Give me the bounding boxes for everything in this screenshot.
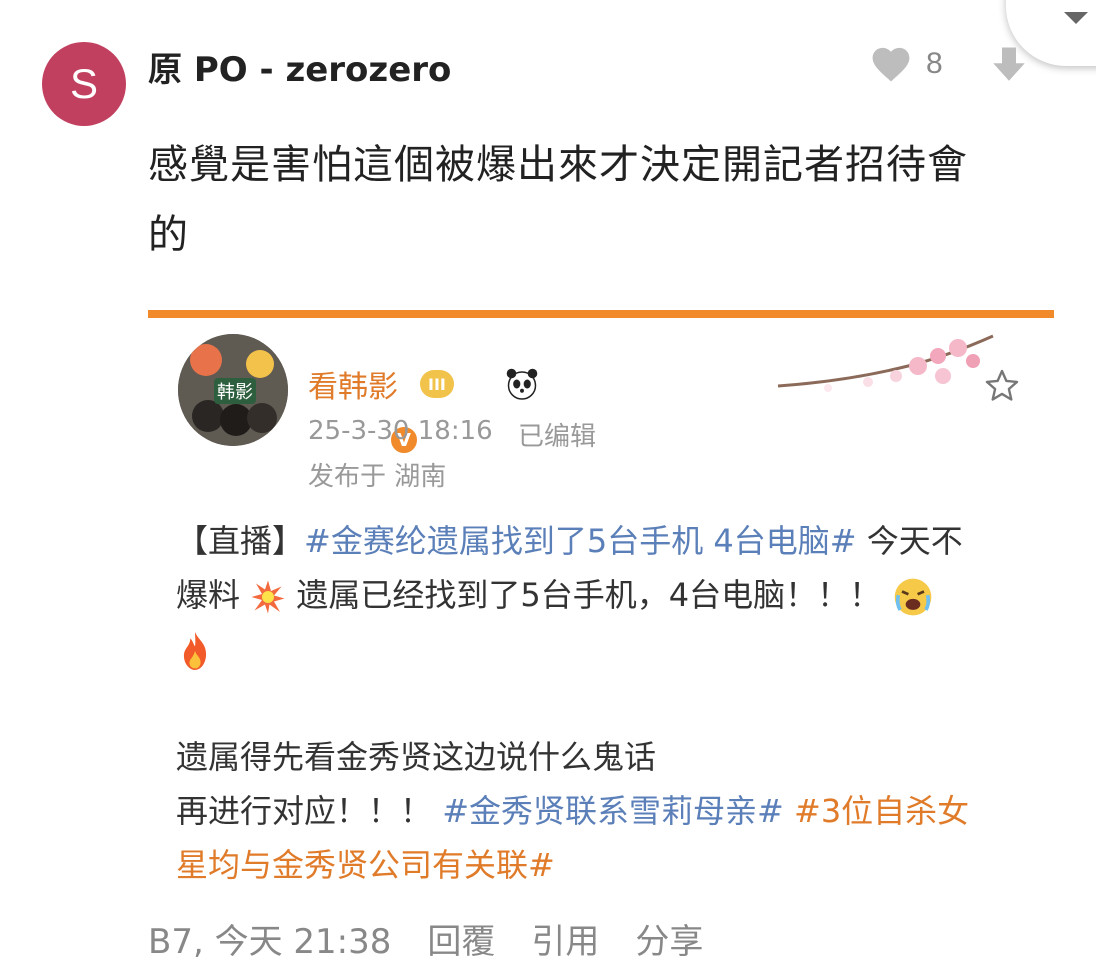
comment-line-1: 感覺是害怕這個被爆出來才決定開記者招待會 (148, 142, 968, 188)
post-line-3 (176, 622, 1016, 676)
post-line-1: 【直播】#金赛纶遗属找到了5台手机 4台电脑# 今天不 (176, 514, 1016, 568)
comment-footer: B7, 今天 21:38 回覆 引用 分享 (148, 914, 739, 963)
post-location: 发布于 湖南 (308, 462, 447, 492)
post-content: 【直播】#金赛纶遗属找到了5台手机 4台电脑# 今天不 爆料 遗属已经找到了5台… (176, 514, 1016, 892)
hashtag-link[interactable]: 星均与金秀贤公司有关联# (176, 846, 555, 884)
rank-badge: III (420, 370, 454, 398)
arrow-down-icon[interactable] (988, 44, 1030, 86)
hashtag-link[interactable]: #金赛纶遗属找到了5台手机 4台电脑# (304, 522, 857, 560)
post-line-4: 遗属得先看金秀贤这边说什么鬼话 (176, 738, 657, 776)
post-text: 遗属已经找到了5台手机，4台电脑！！！ (286, 576, 882, 614)
embedded-post-image[interactable]: 韩影 V 看韩影 III 25-3-30 18:16 已编辑 发布于 湖南 【直… (148, 310, 1054, 884)
account-name[interactable]: 看韩影 (308, 362, 398, 406)
post-line-6: 星均与金秀贤公司有关联# (176, 838, 1016, 892)
post-timestamp: 25-3-30 18:16 (308, 416, 493, 446)
like-count: 8 (926, 47, 943, 80)
avatar[interactable]: S (42, 42, 126, 126)
star-icon[interactable] (984, 368, 1020, 404)
comment-meta: B7, 今天 21:38 (148, 922, 392, 962)
reply-button[interactable]: 回覆 (427, 914, 495, 963)
fire-emoji-icon (183, 632, 207, 670)
avatar-badge-text: 韩影 (217, 382, 253, 403)
hashtag-link[interactable]: #3位自杀女 (794, 792, 969, 830)
post-text: 爆料 (176, 576, 241, 614)
post-line-2: 爆料 遗属已经找到了5台手机，4台电脑！！！ (176, 568, 1016, 622)
heart-icon (872, 47, 910, 82)
username[interactable]: 原 PO - zerozero (148, 42, 451, 91)
like-button[interactable]: 8 (870, 44, 943, 84)
comment-body: 感覺是害怕這個被爆出來才決定開記者招待會 的 (148, 130, 1048, 270)
share-button[interactable]: 分享 (635, 914, 703, 963)
embed-avatar: 韩影 (178, 334, 288, 446)
post-prefix: 【直播】 (176, 522, 305, 560)
comment-line-2: 的 (148, 212, 189, 258)
post-text: 再进行对应！！！ (176, 792, 433, 830)
avatar-illustration: 韩影 (178, 334, 288, 446)
panda-icon (506, 368, 538, 400)
edited-label: 已编辑 (518, 422, 597, 452)
cherry-blossom-decoration (777, 334, 994, 392)
hashtag-link[interactable]: #金秀贤联系雪莉母亲# (442, 792, 784, 830)
crying-face-emoji-icon (894, 578, 932, 616)
post-line-5: 再进行对应！！！ #金秀贤联系雪莉母亲# #3位自杀女 (176, 784, 1016, 838)
explosion-emoji-icon (251, 580, 285, 614)
caret-down-icon (1064, 12, 1088, 24)
post-text: 今天不 (856, 522, 963, 560)
quote-button[interactable]: 引用 (531, 914, 599, 963)
